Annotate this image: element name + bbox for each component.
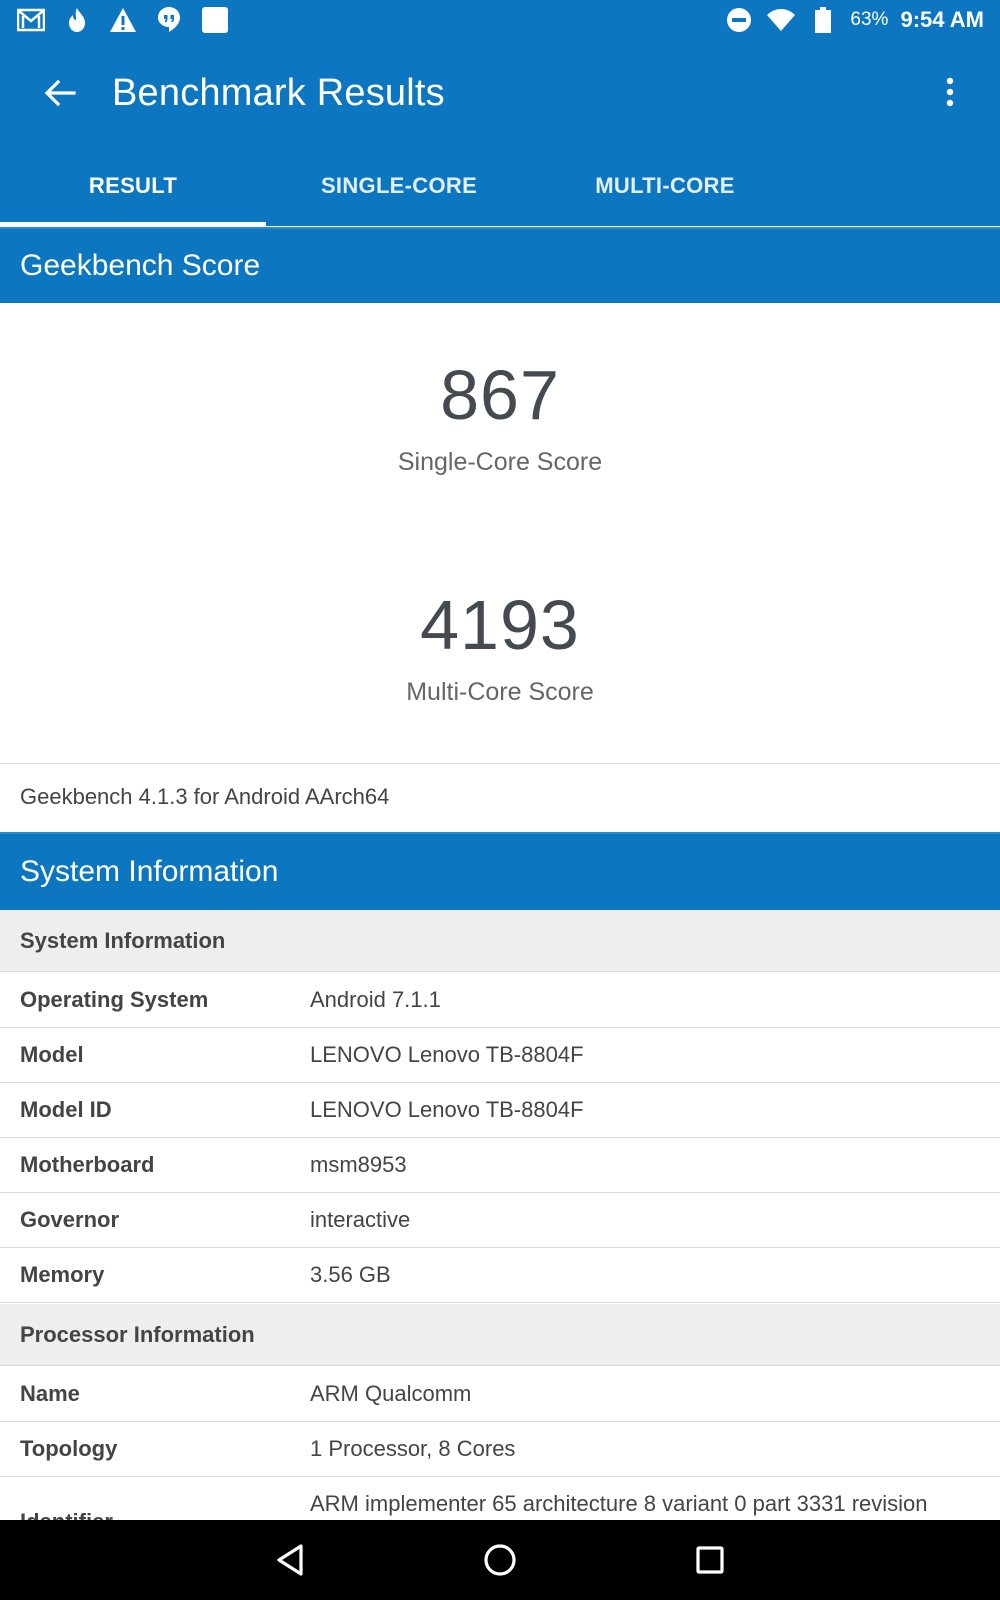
triangle-back-icon (277, 1544, 303, 1576)
divider (0, 763, 1000, 764)
info-label: Motherboard (20, 1152, 155, 1177)
info-value: msm8953 (310, 1152, 407, 1177)
page-title: Benchmark Results (112, 71, 445, 114)
single-core-score-label: Single-Core Score (397, 448, 603, 476)
geekbench-score-header: Geekbench Score (0, 227, 1000, 303)
nav-home-button[interactable] (470, 1530, 530, 1590)
info-row-identifier: Identifier ARM implementer 65 architectu… (0, 1477, 1000, 1520)
battery-percent: 63% (850, 9, 889, 30)
tab-single-core[interactable]: SINGLE-CORE (266, 146, 532, 226)
single-core-score-block: 867 Single-Core Score (0, 360, 1000, 477)
info-label: Governor (20, 1207, 120, 1232)
screen-content: 63% 9:54 AM Benchmark Results RESULT SIN… (0, 0, 1000, 1520)
info-label: Operating System (20, 987, 209, 1012)
navigation-bar (0, 1520, 1000, 1600)
status-bar: 63% 9:54 AM (0, 0, 1000, 40)
info-row-governor: Governor interactive (0, 1193, 1000, 1248)
info-value: ARM Qualcomm (310, 1381, 472, 1406)
info-value: 1 Processor, 8 Cores (310, 1436, 516, 1461)
system-information-subheader: System Information (0, 910, 1000, 972)
back-button[interactable] (28, 61, 92, 125)
info-label: Memory (20, 1262, 105, 1287)
info-value: interactive (310, 1207, 411, 1232)
multi-core-score-value: 4193 (420, 586, 580, 664)
more-vert-icon (946, 77, 954, 107)
overflow-menu-button[interactable] (930, 60, 970, 124)
tab-multi-core[interactable]: MULTI-CORE (532, 146, 798, 226)
clock: 9:54 AM (900, 7, 984, 32)
info-value: Android 7.1.1 (310, 987, 441, 1012)
fire-icon (62, 5, 92, 35)
multi-core-score-block: 4193 Multi-Core Score (0, 590, 1000, 707)
geekbench-version: Geekbench 4.1.3 for Android AArch64 (20, 784, 390, 809)
processor-information-subheader: Processor Information (0, 1304, 1000, 1366)
info-row-model: Model LENOVO Lenovo TB-8804F (0, 1028, 1000, 1083)
wifi-icon (766, 5, 796, 35)
info-label: Identifier (0, 1491, 310, 1520)
info-row-name: Name ARM Qualcomm (0, 1367, 1000, 1422)
info-row-model-id: Model ID LENOVO Lenovo TB-8804F (0, 1083, 1000, 1138)
info-value: LENOVO Lenovo TB-8804F (310, 1097, 584, 1122)
tab-result[interactable]: RESULT (0, 146, 266, 226)
info-label: Model ID (20, 1097, 112, 1122)
info-label: Model (20, 1042, 84, 1067)
info-row-motherboard: Motherboard msm8953 (0, 1138, 1000, 1193)
system-status-icons: 63% 9:54 AM (724, 5, 984, 35)
info-row-operating-system: Operating System Android 7.1.1 (0, 973, 1000, 1028)
do-not-disturb-icon (724, 5, 754, 35)
single-core-score-value: 867 (440, 356, 560, 434)
circle-home-icon (484, 1544, 516, 1576)
square-recents-icon (696, 1546, 724, 1574)
notification-icons (16, 5, 230, 35)
system-information-header: System Information (0, 832, 1000, 910)
gmail-icon (16, 5, 46, 35)
info-label: Topology (20, 1436, 118, 1461)
info-row-topology: Topology 1 Processor, 8 Cores (0, 1422, 1000, 1477)
info-row-memory: Memory 3.56 GB (0, 1248, 1000, 1303)
info-value: 3.56 GB (310, 1262, 391, 1287)
info-value: ARM implementer 65 architecture 8 varian… (310, 1491, 928, 1516)
battery-icon (808, 5, 838, 35)
warning-icon (108, 5, 138, 35)
nav-recents-button[interactable] (680, 1530, 740, 1590)
tab-bar: RESULT SINGLE-CORE MULTI-CORE (0, 146, 1000, 226)
app-bar: Benchmark Results (0, 40, 1000, 146)
square-icon (200, 5, 230, 35)
hangouts-icon (154, 5, 184, 35)
info-label: Name (20, 1381, 80, 1406)
info-value: LENOVO Lenovo TB-8804F (310, 1042, 584, 1067)
multi-core-score-label: Multi-Core Score (406, 678, 594, 706)
nav-back-button[interactable] (260, 1530, 320, 1590)
arrow-back-icon (44, 79, 76, 107)
